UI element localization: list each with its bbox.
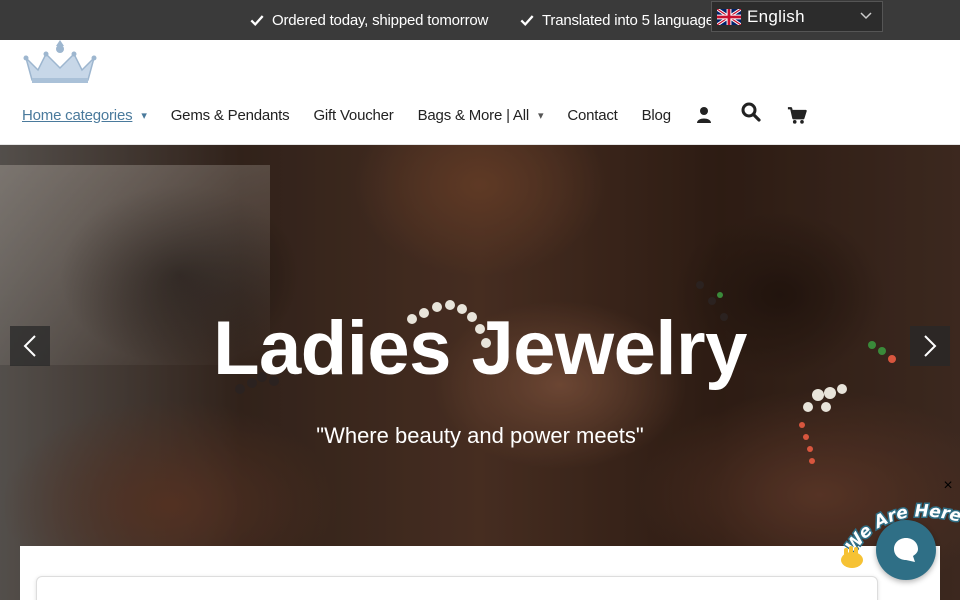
nav-gems-pendants[interactable]: Gems & Pendants <box>171 107 290 124</box>
usp-shipping-text: Ordered today, shipped tomorrow <box>272 11 489 29</box>
carousel-prev-button[interactable] <box>10 326 50 366</box>
nav-contact-label: Contact <box>567 106 618 124</box>
content-panel <box>20 546 940 600</box>
check-icon <box>250 15 264 27</box>
nav-blog[interactable]: Blog <box>642 107 671 124</box>
site-header: Home categories ▾ Gems & Pendants Gift V… <box>0 40 960 145</box>
hero-title: Ladies Jewelry <box>213 306 747 391</box>
cart-icon[interactable] <box>787 106 807 125</box>
nav-blog-label: Blog <box>641 106 671 124</box>
hero-subtitle: "Where beauty and power meets" <box>316 423 644 448</box>
chevron-right-icon <box>924 335 937 357</box>
chevron-left-icon <box>23 335 36 357</box>
nav-gems-pendants-label: Gems & Pendants <box>170 106 290 124</box>
nav-home-categories[interactable]: Home categories ▾ <box>22 107 147 124</box>
nav-home-categories-label: Home categories <box>22 106 133 124</box>
language-label: English <box>747 6 805 26</box>
chat-bubble-icon <box>894 538 918 562</box>
chat-widget: × We Are Here! <box>836 478 960 600</box>
main-nav: Home categories ▾ Gems & Pendants Gift V… <box>22 100 833 130</box>
crown-logo-icon[interactable] <box>20 40 100 86</box>
caret-down-icon: ▾ <box>141 109 147 122</box>
chevron-down-icon <box>860 12 872 20</box>
search-icon[interactable] <box>741 102 761 122</box>
hero-carousel: Ladies Jewelry "Where beauty and power m… <box>0 145 960 600</box>
nav-bags-more-label: Bags & More | All <box>417 106 530 124</box>
language-select[interactable]: English <box>711 1 883 32</box>
nav-gift-voucher-label: Gift Voucher <box>313 106 394 124</box>
usp-shipping: Ordered today, shipped tomorrow <box>250 0 488 40</box>
chat-open-button[interactable] <box>876 520 936 580</box>
user-icon[interactable] <box>695 106 713 124</box>
content-card <box>36 576 878 600</box>
nav-contact[interactable]: Contact <box>567 107 617 124</box>
nav-gift-voucher[interactable]: Gift Voucher <box>313 107 393 124</box>
uk-flag-icon <box>717 8 741 25</box>
nav-bags-more[interactable]: Bags & More | All ▾ <box>418 107 544 124</box>
usp-languages-text: Translated into 5 languages <box>542 11 722 29</box>
check-icon <box>520 15 534 27</box>
usp-languages: Translated into 5 languages <box>520 0 721 40</box>
caret-down-icon: ▾ <box>538 109 544 122</box>
carousel-next-button[interactable] <box>910 326 950 366</box>
announcement-bar: Ordered today, shipped tomorrow Translat… <box>0 0 960 40</box>
